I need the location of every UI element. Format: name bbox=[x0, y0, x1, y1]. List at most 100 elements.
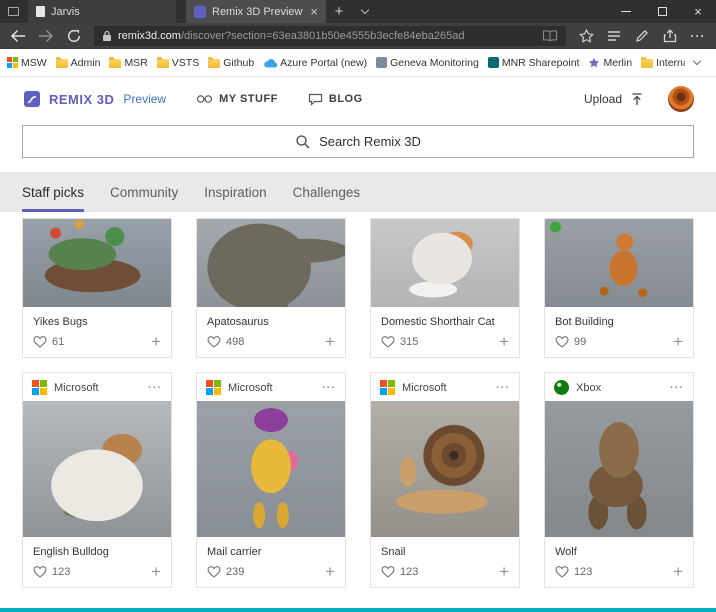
model-thumbnail[interactable] bbox=[545, 401, 693, 537]
close-button[interactable]: × bbox=[680, 0, 716, 23]
upload-arrow-icon[interactable] bbox=[630, 92, 644, 106]
like-button[interactable]: 498 bbox=[207, 335, 244, 348]
model-thumbnail[interactable] bbox=[371, 401, 519, 537]
favorite-internal[interactable]: Internal bbox=[641, 57, 685, 69]
like-button[interactable]: 61 bbox=[33, 335, 64, 348]
card-meta: 123 + bbox=[23, 558, 171, 587]
favorite-merlin[interactable]: Merlin bbox=[588, 57, 632, 69]
heart-icon bbox=[33, 336, 47, 348]
tab-jarvis[interactable]: Jarvis bbox=[28, 0, 176, 23]
add-to-board-button[interactable]: + bbox=[325, 333, 335, 350]
favorite-github[interactable]: Github bbox=[208, 57, 254, 69]
add-to-board-button[interactable]: + bbox=[673, 333, 683, 350]
publisher-name: Microsoft bbox=[402, 381, 447, 394]
favorite-label: Geneva Monitoring bbox=[390, 56, 479, 69]
reading-view-button[interactable] bbox=[542, 30, 558, 42]
like-count: 239 bbox=[226, 565, 245, 578]
card-menu-button[interactable]: ··· bbox=[496, 382, 510, 393]
favorite-mnr-sharepoint[interactable]: MNR Sharepoint bbox=[487, 56, 580, 69]
add-to-board-button[interactable]: + bbox=[499, 333, 509, 350]
minimize-button[interactable] bbox=[608, 0, 644, 23]
model-card-domestic-shorthair-cat[interactable]: Domestic Shorthair Cat 315 + bbox=[370, 218, 520, 358]
add-to-board-button[interactable]: + bbox=[151, 333, 161, 350]
nav-my-stuff[interactable]: MY STUFF bbox=[196, 93, 278, 105]
new-tab-button[interactable]: + bbox=[326, 0, 352, 23]
tab-staff-picks[interactable]: Staff picks bbox=[22, 172, 85, 212]
model-thumbnail[interactable] bbox=[545, 219, 693, 307]
model-card-bot-building[interactable]: Bot Building 99 + bbox=[544, 218, 694, 358]
model-thumbnail[interactable] bbox=[197, 219, 345, 307]
card-menu-button[interactable]: ··· bbox=[322, 382, 336, 393]
maximize-button[interactable] bbox=[644, 0, 680, 23]
model-card-wolf[interactable]: Xbox ··· Wolf 123 + bbox=[544, 372, 694, 588]
like-button[interactable]: 315 bbox=[381, 335, 418, 348]
titlebar-drag-area bbox=[378, 0, 608, 23]
set-tabs-aside-button[interactable] bbox=[0, 0, 26, 23]
web-note-button[interactable] bbox=[628, 23, 656, 49]
favorite-admin[interactable]: Admin bbox=[55, 57, 100, 69]
search-input[interactable]: Search Remix 3D bbox=[22, 125, 694, 158]
hub-button[interactable] bbox=[600, 23, 628, 49]
card-row-2: Microsoft ··· English Bulldog 123 + Micr… bbox=[22, 372, 694, 588]
browser-navbar: remix3d.com/discover?section=63ea3801b50… bbox=[0, 23, 716, 49]
card-menu-button[interactable]: ··· bbox=[670, 382, 684, 393]
add-to-board-button[interactable]: + bbox=[499, 563, 509, 580]
favorites-overflow-button[interactable] bbox=[685, 56, 709, 66]
more-options-button[interactable]: ··· bbox=[684, 23, 712, 49]
model-thumbnail[interactable] bbox=[371, 219, 519, 307]
nav-blog[interactable]: BLOG bbox=[308, 93, 363, 106]
back-button[interactable] bbox=[4, 23, 32, 49]
model-card-english-bulldog[interactable]: Microsoft ··· English Bulldog 123 + bbox=[22, 372, 172, 588]
window-accent-border bbox=[0, 608, 716, 612]
user-avatar[interactable] bbox=[668, 86, 694, 112]
tab-preview-chevron-button[interactable] bbox=[352, 0, 378, 23]
like-button[interactable]: 123 bbox=[381, 565, 418, 578]
goggles-icon bbox=[196, 95, 213, 103]
folder-icon bbox=[156, 57, 169, 68]
add-to-board-button[interactable]: + bbox=[151, 563, 161, 580]
tabs-aside-icon bbox=[7, 7, 19, 16]
card-meta: 123 + bbox=[371, 558, 519, 587]
favorite-geneva-monitoring[interactable]: Geneva Monitoring bbox=[376, 57, 479, 69]
tab-close-icon[interactable]: × bbox=[310, 5, 318, 18]
favorite-azure-portal[interactable]: Azure Portal (new) bbox=[263, 57, 367, 69]
add-to-board-button[interactable]: + bbox=[325, 563, 335, 580]
add-to-board-button[interactable]: + bbox=[673, 563, 683, 580]
like-button[interactable]: 99 bbox=[555, 335, 586, 348]
model-thumbnail[interactable] bbox=[23, 401, 171, 537]
favorite-label: MNR Sharepoint bbox=[501, 56, 580, 69]
heart-icon bbox=[207, 566, 221, 578]
lock-icon bbox=[103, 30, 111, 41]
card-menu-button[interactable]: ··· bbox=[148, 382, 162, 393]
like-button[interactable]: 239 bbox=[207, 565, 244, 578]
model-thumbnail[interactable] bbox=[197, 401, 345, 537]
add-favorite-button[interactable] bbox=[572, 23, 600, 49]
model-card-apatosaurus[interactable]: Apatosaurus 498 + bbox=[196, 218, 346, 358]
model-card-snail[interactable]: Microsoft ··· Snail 123 + bbox=[370, 372, 520, 588]
tab-community[interactable]: Community bbox=[110, 172, 178, 212]
model-card-yikes-bugs[interactable]: Yikes Bugs 61 + bbox=[22, 218, 172, 358]
remix3d-home-link[interactable]: REMIX 3D Preview bbox=[22, 89, 166, 109]
publisher-name: Microsoft bbox=[54, 381, 99, 394]
maximize-icon bbox=[657, 7, 667, 16]
tab-challenges[interactable]: Challenges bbox=[293, 172, 361, 212]
tab-inspiration[interactable]: Inspiration bbox=[204, 172, 266, 212]
refresh-button[interactable] bbox=[60, 23, 88, 49]
share-button[interactable] bbox=[656, 23, 684, 49]
model-card-mail-carrier[interactable]: Microsoft ··· Mail carrier 239 + bbox=[196, 372, 346, 588]
favorite-vsts[interactable]: VSTS bbox=[156, 57, 199, 69]
cloud-icon bbox=[264, 58, 278, 68]
like-button[interactable]: 123 bbox=[33, 565, 70, 578]
model-thumbnail[interactable] bbox=[23, 219, 171, 307]
card-meta: 498 + bbox=[197, 328, 345, 357]
like-count: 315 bbox=[400, 335, 419, 348]
upload-button[interactable]: Upload bbox=[584, 92, 622, 106]
microsoft-logo-icon bbox=[206, 380, 221, 395]
favorite-msr[interactable]: MSR bbox=[109, 57, 148, 69]
forward-button[interactable] bbox=[32, 23, 60, 49]
favorite-msw[interactable]: MSW bbox=[7, 57, 47, 69]
card-meta: 123 + bbox=[545, 558, 693, 587]
address-bar[interactable]: remix3d.com/discover?section=63ea3801b50… bbox=[94, 26, 566, 46]
like-button[interactable]: 123 bbox=[555, 565, 592, 578]
tab-remix-3d-preview[interactable]: Remix 3D Preview × bbox=[186, 0, 326, 23]
